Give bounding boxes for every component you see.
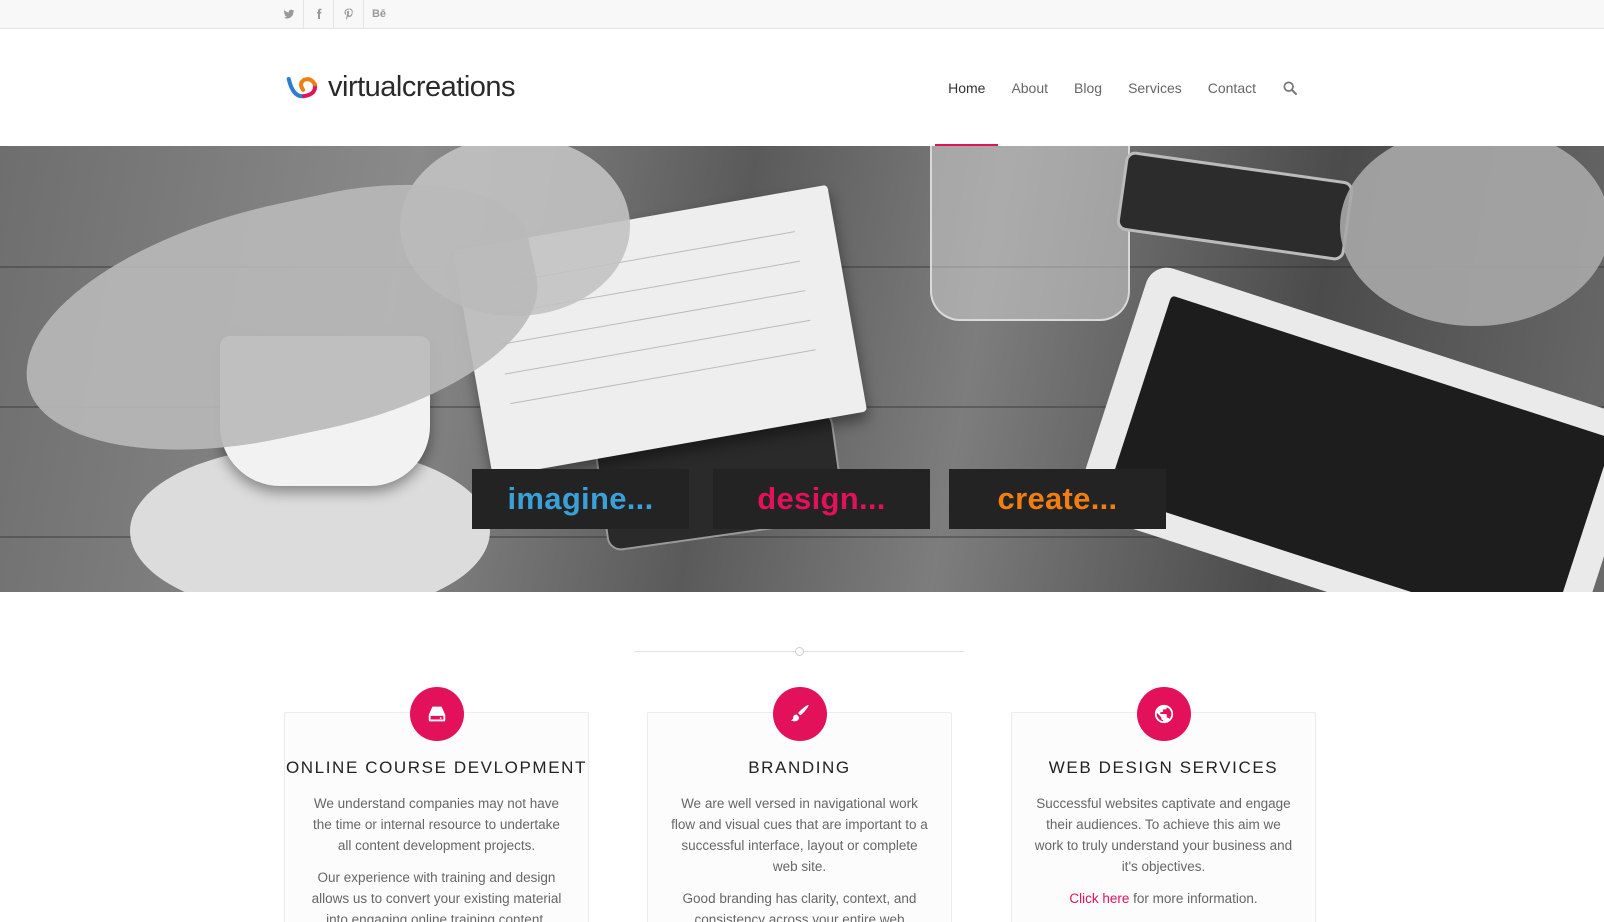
service-card-web-design: WEB DESIGN SERVICES Successful websites … [1011, 687, 1316, 922]
logo[interactable]: virtualcreations [286, 71, 516, 104]
nav-item-services[interactable]: Services [1128, 29, 1182, 146]
pinterest-icon[interactable] [334, 0, 364, 28]
card-text-more-info: Click here for more information. [1034, 888, 1294, 909]
hero-phone [1115, 150, 1355, 262]
social-links: Bē [274, 0, 394, 28]
card-text: We are well versed in navigational work … [671, 796, 928, 874]
hero-hand [1340, 146, 1604, 326]
brush-icon [772, 687, 827, 741]
tile-imagine: imagine... [472, 469, 689, 529]
card-title: WEB DESIGN SERVICES [1048, 758, 1279, 777]
card-text: Our experience with training and design … [311, 870, 562, 922]
top-bar: Bē [0, 0, 1604, 29]
nav-item-home[interactable]: Home [934, 29, 999, 146]
nav-item-blog[interactable]: Blog [1074, 29, 1102, 146]
tile-create: create... [949, 469, 1166, 529]
link-suffix: for more information. [1129, 891, 1258, 906]
click-here-link[interactable]: Click here [1069, 891, 1129, 906]
divider-dot [795, 647, 804, 656]
card-text: Good branding has clarity, context, and … [682, 891, 917, 922]
nav-item-contact[interactable]: Contact [1208, 29, 1256, 146]
drive-icon [409, 687, 464, 741]
site-header: virtualcreations Home About Blog Service… [0, 29, 1604, 146]
service-card-online-course: ONLINE COURSE DEVLOPMENT We understand c… [284, 687, 589, 922]
facebook-icon[interactable] [304, 0, 334, 28]
hero-banner: imagine... design... create... [0, 146, 1604, 592]
nav-item-about[interactable]: About [1011, 29, 1048, 146]
behance-label: Bē [371, 8, 387, 20]
globe-icon [1136, 687, 1191, 741]
hero-glass [930, 146, 1130, 321]
hero-hand [1, 154, 559, 488]
hero-tiles: imagine... design... create... [0, 469, 1604, 529]
card-title: ONLINE COURSE DEVLOPMENT [285, 758, 587, 777]
card-text: Successful websites captivate and engage… [1034, 796, 1293, 874]
card-text: We understand companies may not have the… [313, 796, 560, 853]
card-title: BRANDING [748, 758, 851, 777]
main-nav: Home About Blog Services Contact [922, 29, 1298, 146]
twitter-icon[interactable] [274, 0, 304, 28]
search-icon[interactable] [1282, 80, 1298, 96]
service-card-branding: BRANDING We are well versed in navigatio… [647, 687, 952, 922]
logo-mark-icon [286, 76, 318, 98]
behance-icon[interactable]: Bē [364, 0, 394, 28]
logo-text: virtualcreations [328, 71, 516, 103]
tile-design: design... [713, 469, 930, 529]
